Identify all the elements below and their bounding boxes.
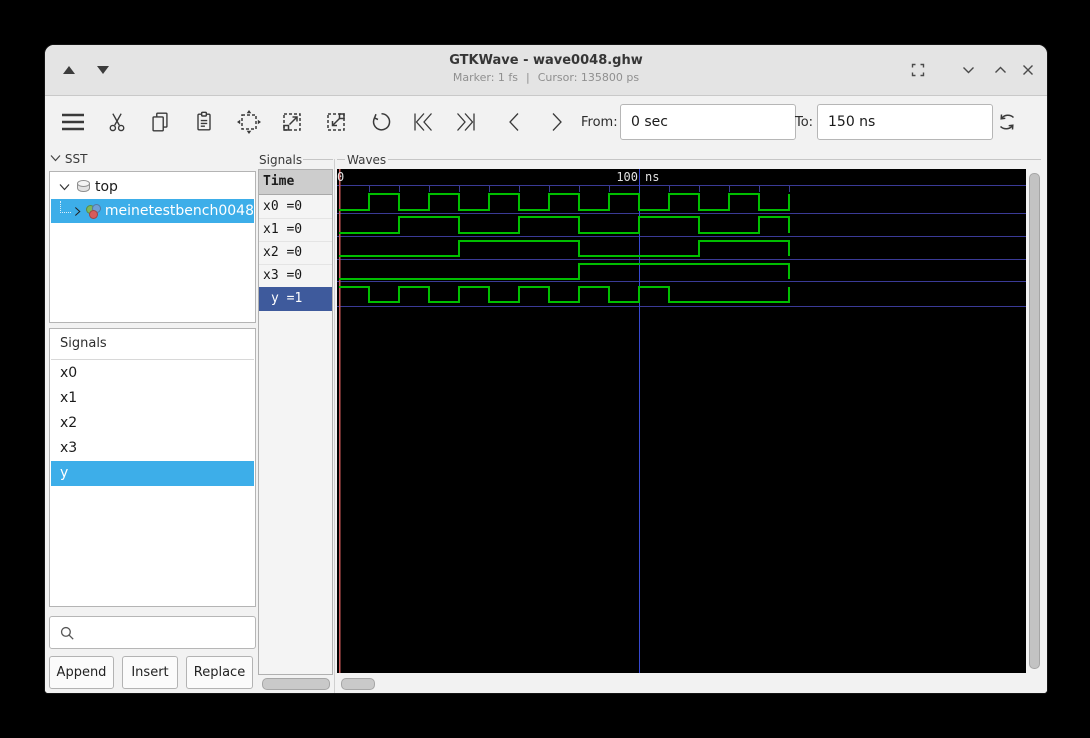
reload-icon [999, 114, 1015, 130]
time-header: Time [259, 170, 332, 195]
tree-branch-line [60, 201, 71, 213]
wave-canvas[interactable]: 0 100 ns [337, 169, 1026, 673]
scope-icon [77, 180, 90, 194]
facility-list: Signals x0 x1 x2 x3 y [49, 328, 256, 607]
zoom-out-icon [327, 113, 345, 131]
signal-row-y[interactable]: y =1 [259, 287, 332, 311]
facility-item-x3[interactable]: x3 [51, 436, 254, 461]
tree-item-label: top [95, 179, 118, 195]
copy-button[interactable] [145, 107, 175, 137]
skip-start-icon [414, 113, 432, 131]
replace-button[interactable]: Replace [186, 656, 253, 689]
reload-button[interactable] [992, 107, 1022, 137]
minimize-button[interactable] [957, 59, 979, 81]
wave-vertical-scrollbar[interactable] [1029, 173, 1040, 669]
frame-divider [388, 159, 1041, 160]
cut-button[interactable] [102, 107, 132, 137]
menu-icon [62, 113, 84, 131]
status-separator: | [526, 71, 530, 84]
zoom-in-icon [283, 113, 301, 131]
to-input[interactable] [817, 104, 993, 140]
signal-column-hscrollbar[interactable] [262, 678, 330, 690]
undo-icon [372, 113, 391, 131]
pane-up-button[interactable] [58, 59, 80, 81]
expander-down-icon[interactable] [59, 183, 70, 191]
paste-button[interactable] [189, 107, 219, 137]
zoom-fit-button[interactable] [234, 107, 264, 137]
facility-item-x0[interactable]: x0 [51, 361, 254, 386]
window-status: Marker: 1 fs | Cursor: 135800 ps [245, 71, 847, 84]
svg-text:100: 100 [616, 170, 638, 184]
sst-tree: top meinetestbench0048 [49, 171, 256, 323]
triangle-up-icon [63, 66, 75, 74]
svg-text:0: 0 [337, 170, 344, 184]
chevron-left-icon [509, 113, 519, 131]
maximize-icon [911, 63, 925, 77]
shift-right-button[interactable] [542, 107, 572, 137]
signal-search [49, 616, 256, 649]
tree-item-label: meinetestbench0048 [104, 203, 254, 219]
zoom-out-button[interactable] [321, 107, 351, 137]
from-label: From: [581, 115, 618, 130]
facility-list-header: Signals [51, 329, 254, 360]
toolbar: From: To: [45, 96, 1047, 148]
signal-row-x1[interactable]: x1 =0 [259, 218, 332, 242]
signal-name-column: Time x0 =0 x1 =0 x2 =0 x3 =0 y =1 [258, 169, 333, 675]
frame-divider [303, 159, 333, 160]
main-content: SST top meinetestbench0048 Signals x0 x1… [45, 148, 1047, 693]
waveform-plot: 0 100 ns [337, 169, 1026, 673]
window-title: GTKWave - wave0048.ghw [449, 53, 643, 68]
facility-item-y[interactable]: y [51, 461, 254, 486]
insert-button[interactable]: Insert [122, 656, 178, 689]
zoom-in-button[interactable] [277, 107, 307, 137]
skip-end-icon [457, 113, 475, 131]
module-icon [85, 203, 101, 219]
signals-frame-label: Signals [259, 153, 303, 167]
waves-frame-label: Waves [347, 153, 387, 167]
search-icon [60, 626, 74, 640]
zoom-fit-icon [237, 110, 261, 134]
signal-row-x3[interactable]: x3 =0 [259, 264, 332, 288]
frame-divider [337, 159, 345, 160]
chevron-right-icon [552, 113, 562, 131]
shift-left-button[interactable] [499, 107, 529, 137]
chevron-down-icon [962, 67, 974, 74]
from-input[interactable] [620, 104, 796, 140]
wave-hscrollbar[interactable] [341, 678, 375, 690]
copy-icon [152, 112, 168, 132]
restore-button[interactable] [989, 59, 1011, 81]
expander-down-icon [50, 155, 61, 162]
cut-scissors-icon [109, 113, 125, 132]
tree-item-top[interactable]: top [51, 175, 254, 199]
sst-frame-label: SST [50, 152, 87, 166]
tree-item-meinetestbench0048[interactable]: meinetestbench0048 [51, 199, 254, 223]
to-label: To: [795, 115, 814, 130]
skip-to-end-button[interactable] [451, 107, 481, 137]
triangle-down-icon [97, 66, 109, 74]
close-button[interactable] [1017, 59, 1039, 81]
svg-text:ns: ns [645, 170, 659, 184]
expander-right-icon[interactable] [74, 206, 81, 217]
facility-item-x1[interactable]: x1 [51, 386, 254, 411]
marker-status: Marker: 1 fs [452, 71, 519, 84]
menu-button[interactable] [58, 107, 88, 137]
pane-splitter[interactable] [334, 159, 335, 693]
signal-row-x2[interactable]: x2 =0 [259, 241, 332, 265]
cursor-status: Cursor: 135800 ps [537, 71, 640, 84]
signal-row-x0[interactable]: x0 =0 [259, 195, 332, 219]
titlebar: GTKWave - wave0048.ghw Marker: 1 fs | Curs… [45, 45, 1047, 96]
paste-clipboard-icon [197, 111, 211, 131]
pane-down-button[interactable] [92, 59, 114, 81]
chevron-up-icon [994, 66, 1006, 73]
maximize-button[interactable] [907, 59, 929, 81]
undo-button[interactable] [365, 107, 395, 137]
facility-item-x2[interactable]: x2 [51, 411, 254, 436]
search-input[interactable] [81, 624, 255, 641]
close-icon [1023, 65, 1033, 75]
skip-to-start-button[interactable] [408, 107, 438, 137]
gtkwave-window: GTKWave - wave0048.ghw Marker: 1 fs | Curs… [44, 44, 1048, 694]
append-button[interactable]: Append [49, 656, 114, 689]
